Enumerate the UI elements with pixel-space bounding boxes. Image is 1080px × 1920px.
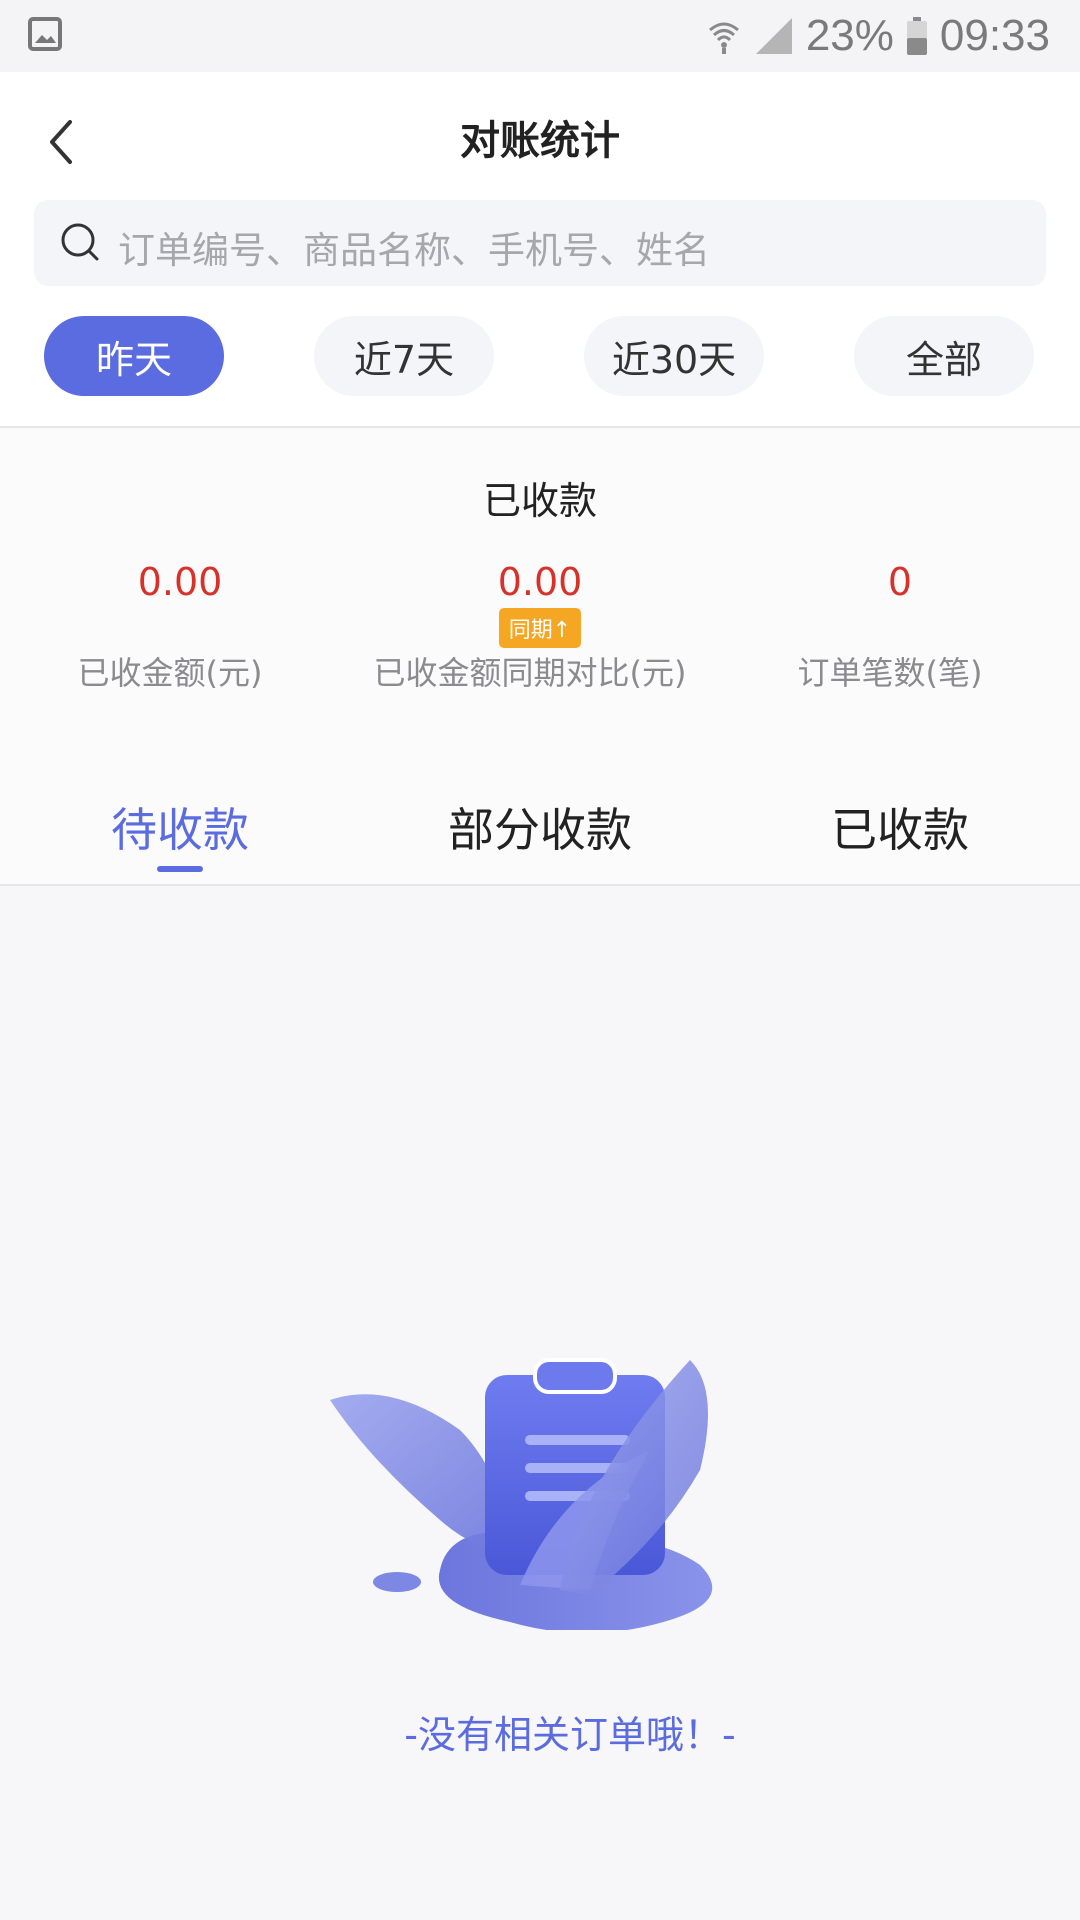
tab-indicator [157,866,203,872]
status-bar-right: 23% 09:33 [706,10,1050,62]
stats-title: 已收款 [482,479,597,523]
search-placeholder: 订单编号、商品名称、手机号、姓名 [118,229,710,272]
period-compare-label: 已收金额同期对比(元) [373,654,687,692]
clock: 09:33 [939,11,1050,60]
payment-status-tabs: 待收款 部分收款 已收款 [0,758,1080,886]
search-icon [61,223,99,261]
signal-icon [755,18,792,54]
date-filter-group: 昨天 近7天 近30天 全部 [44,316,1036,396]
status-bar: 23% 09:33 [0,0,1080,72]
battery-icon [906,17,927,55]
order-count-label: 订单笔数(笔) [797,654,983,692]
empty-message: -没有相关订单哦！- [404,1713,736,1757]
tab-partial[interactable]: 部分收款 [360,794,720,860]
stats-panel: 已收款 0.00 0.00 0 同期↑ 已收金额(元) 已收金额同期对比(元) … [0,428,1080,758]
image-icon [28,17,62,51]
filter-all[interactable]: 全部 [854,316,1034,396]
filter-30-days[interactable]: 近30天 [584,316,764,396]
search-input[interactable]: 订单编号、商品名称、手机号、姓名 [34,200,1046,286]
period-badge: 同期↑ [499,608,581,648]
tab-received[interactable]: 已收款 [720,794,1080,860]
received-amount-value: 0.00 [137,560,223,604]
tab-pending[interactable]: 待收款 [0,794,360,860]
period-compare-value: 0.00 [497,560,583,604]
wifi-icon [708,22,739,54]
order-count-value: 0 [887,560,913,604]
filter-yesterday[interactable]: 昨天 [44,316,224,396]
page-title: 对账统计 [460,118,620,164]
clipboard-illustration [330,1358,712,1630]
filter-7-days[interactable]: 近7天 [314,316,494,396]
nav-header: 对账统计 [0,72,1080,200]
battery-percent: 23% [805,11,894,60]
